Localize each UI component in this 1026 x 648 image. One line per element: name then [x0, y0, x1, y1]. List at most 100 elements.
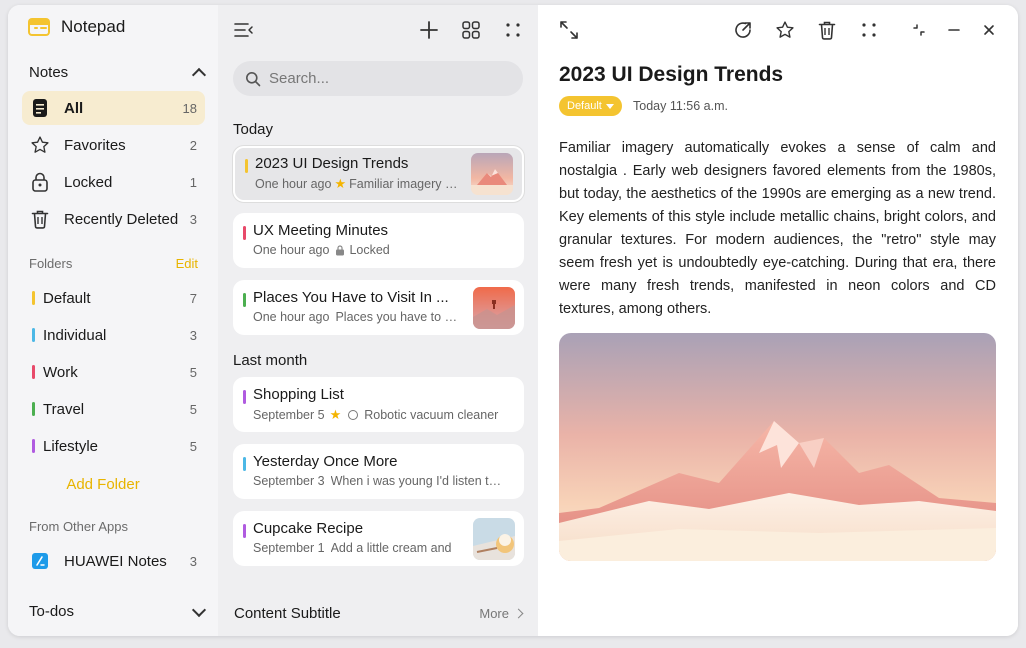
- chevron-down-icon[interactable]: [191, 602, 207, 617]
- group-title-last-month: Last month: [233, 352, 308, 369]
- search-input[interactable]: [269, 70, 509, 87]
- folder-tag-dropdown[interactable]: Default: [559, 96, 622, 116]
- trash-icon: [30, 209, 50, 229]
- note-title: UX Meeting Minutes: [253, 222, 389, 239]
- notes-section-header[interactable]: Notes: [29, 64, 207, 82]
- folder-item-travel[interactable]: Travel 5: [22, 392, 205, 426]
- restore-window-icon[interactable]: [908, 19, 930, 41]
- more-button[interactable]: More: [479, 606, 524, 621]
- close-icon[interactable]: [978, 19, 1000, 41]
- folder-count: 7: [189, 290, 197, 306]
- folder-label: Individual: [43, 326, 107, 344]
- star-filled-icon: ★: [334, 176, 347, 191]
- sidebar-item-label: Favorites: [64, 136, 126, 154]
- share-icon[interactable]: [732, 19, 754, 41]
- note-thumbnail: [473, 518, 515, 560]
- note-image[interactable]: [559, 333, 996, 561]
- folder-count: 3: [189, 327, 197, 343]
- folder-color-bar: [32, 328, 35, 342]
- chevron-up-icon[interactable]: [191, 67, 207, 82]
- expand-icon[interactable]: [558, 19, 580, 41]
- sidebar-item-count: 18: [182, 100, 197, 116]
- minimize-icon[interactable]: [943, 19, 965, 41]
- note-subtitle: September 5 ★ Robotic vacuum cleaner: [253, 407, 508, 423]
- note-body-text[interactable]: Familiar imagery automatically evokes a …: [559, 137, 996, 321]
- sidebar-item-count: 3: [189, 553, 197, 569]
- folder-tag-label: Default: [567, 100, 602, 112]
- folder-label: Default: [43, 289, 91, 307]
- note-preview: Robotic vacuum cleaner: [364, 408, 499, 422]
- add-note-icon[interactable]: [418, 19, 440, 41]
- list-footer: Content Subtitle More: [234, 605, 524, 622]
- other-apps-heading: From Other Apps: [29, 519, 128, 534]
- app-header: Notepad: [28, 17, 125, 37]
- content-subtitle: Content Subtitle: [234, 605, 341, 622]
- folder-count: 5: [189, 438, 197, 454]
- note-time: September 1: [253, 541, 325, 555]
- note-card-cupcake-recipe[interactable]: Cupcake Recipe September 1 Add a little …: [233, 511, 524, 566]
- note-time: September 3: [253, 474, 325, 488]
- note-color-bar: [243, 457, 246, 471]
- folder-item-individual[interactable]: Individual 3: [22, 318, 205, 352]
- note-subtitle: One hour ago Locked: [253, 243, 508, 257]
- favorite-star-icon[interactable]: [774, 19, 796, 41]
- menu-collapse-icon[interactable]: [233, 19, 255, 41]
- note-title: Yesterday Once More: [253, 453, 398, 470]
- note-timestamp: Today 11:56 a.m.: [633, 99, 728, 113]
- other-apps-header: From Other Apps: [29, 519, 198, 534]
- note-time: One hour ago: [253, 310, 330, 324]
- delete-icon[interactable]: [816, 19, 838, 41]
- note-title: Places You Have to Visit In ...: [253, 289, 449, 306]
- folder-color-bar: [32, 402, 35, 416]
- sidebar-item-huawei-notes[interactable]: HUAWEI Notes 3: [22, 544, 205, 578]
- note-card-yesterday-once-more[interactable]: Yesterday Once More September 3 When i w…: [233, 444, 524, 499]
- note-card-shopping-list[interactable]: Shopping List September 5 ★ Robotic vacu…: [233, 377, 524, 432]
- folder-item-default[interactable]: Default 7: [22, 281, 205, 315]
- sidebar-item-locked[interactable]: Locked 1: [22, 165, 205, 199]
- note-color-bar: [243, 524, 246, 538]
- sidebar-item-count: 3: [189, 211, 197, 227]
- sidebar-item-recently-deleted[interactable]: Recently Deleted 3: [22, 202, 205, 236]
- group-title-today: Today: [233, 121, 274, 138]
- grid-view-icon[interactable]: [460, 19, 482, 41]
- note-detail-pane: 2023 UI Design Trends Default Today 11:5…: [538, 5, 1018, 636]
- search-bar[interactable]: [233, 61, 523, 96]
- todos-section-header[interactable]: To-dos: [29, 602, 207, 620]
- notes-icon: [30, 98, 50, 118]
- note-card-ux-meeting-minutes[interactable]: UX Meeting Minutes One hour ago Locked: [233, 213, 524, 268]
- note-color-bar: [243, 390, 246, 404]
- notes-section-title: Notes: [29, 64, 69, 81]
- edit-folders-button[interactable]: Edit: [176, 256, 198, 271]
- notepad-logo-icon: [28, 18, 50, 36]
- note-color-bar: [243, 226, 246, 240]
- folder-label: Work: [43, 363, 78, 381]
- note-subtitle: September 3 When i was young I'd listen …: [253, 474, 508, 488]
- folder-label: Travel: [43, 400, 85, 418]
- folder-item-work[interactable]: Work 5: [22, 355, 205, 389]
- note-color-bar: [243, 293, 246, 307]
- sidebar-item-favorites[interactable]: Favorites 2: [22, 128, 205, 162]
- note-preview: Locked: [349, 243, 390, 257]
- note-subtitle: One hour ago Places you have to visit: [253, 310, 458, 324]
- more-options-icon[interactable]: [858, 19, 880, 41]
- note-card-ui-design-trends[interactable]: 2023 UI Design Trends One hour ago ★ Fam…: [233, 146, 524, 202]
- note-title: 2023 UI Design Trends: [255, 155, 409, 172]
- search-icon: [246, 71, 261, 86]
- note-card-places-to-visit[interactable]: Places You Have to Visit In ... One hour…: [233, 280, 524, 335]
- sidebar-item-count: 2: [189, 137, 197, 153]
- folder-color-bar: [32, 365, 35, 379]
- note-subtitle: September 1 Add a little cream and: [253, 541, 458, 555]
- folder-item-lifestyle[interactable]: Lifestyle 5: [22, 429, 205, 463]
- sidebar-item-label: HUAWEI Notes: [64, 552, 167, 570]
- note-color-bar: [245, 159, 248, 173]
- add-folder-button[interactable]: Add Folder: [8, 476, 198, 493]
- note-title: Cupcake Recipe: [253, 520, 364, 537]
- note-preview: Add a little cream and: [330, 541, 452, 555]
- note-heading[interactable]: 2023 UI Design Trends: [559, 63, 783, 87]
- more-options-icon[interactable]: [502, 19, 524, 41]
- todos-section-title: To-dos: [29, 603, 75, 620]
- note-subtitle: One hour ago ★ Familiar imagery automati…: [255, 176, 460, 192]
- folder-color-bar: [32, 291, 35, 305]
- app-title: Notepad: [61, 17, 126, 36]
- sidebar-item-all[interactable]: All 18: [22, 91, 205, 125]
